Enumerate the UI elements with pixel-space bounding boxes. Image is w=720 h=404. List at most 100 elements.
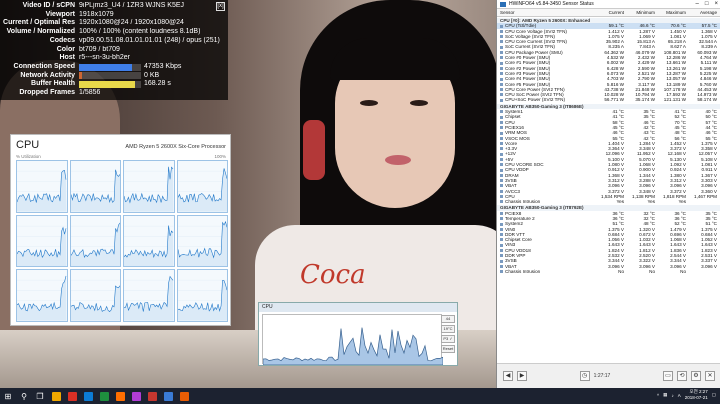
sensor-icon	[500, 254, 503, 258]
windows-start-icon[interactable]: ⊞	[0, 388, 16, 404]
sensor-icon	[500, 120, 503, 124]
settings-icon[interactable]: ⚙	[691, 371, 701, 381]
cpu-core-svg	[177, 280, 227, 321]
sensor-name: +12V	[505, 151, 516, 157]
taskbar-app-icon[interactable]	[112, 388, 128, 404]
sensor-icon	[500, 173, 503, 177]
tray-up-arrow-icon[interactable]: ^	[657, 393, 659, 398]
sensor-row[interactable]: CPU+SoC Power (SVI2 TFN) 56.771 W 35.174 W…	[497, 97, 720, 102]
cpu-mini-graph-window: CPU 44 19°C P3 ✓ Reset	[258, 302, 458, 366]
taskbar-app-icon[interactable]	[160, 388, 176, 404]
sensor-minimum: Yes	[647, 199, 656, 205]
col-minimum[interactable]: Minimum	[626, 9, 657, 16]
hwinfo-sensor-list[interactable]: CPU [#0]: AMD Ryzen 5 2600X: Enhanced CPU…	[497, 17, 720, 363]
cpu-core-svg	[70, 222, 120, 267]
stats-rows: Video ID / sCPN 9iPLjmz3_U4 / 1ZR3 WJNS K…	[3, 2, 225, 63]
stats-close-button[interactable]: [x]	[216, 2, 225, 11]
core-load-area	[124, 225, 174, 267]
input-language[interactable]: A	[678, 393, 681, 398]
minimize-icon[interactable]: –	[696, 0, 699, 9]
sensor-icon	[500, 72, 503, 76]
arrow-right-icon[interactable]: ▶	[517, 371, 527, 381]
sensor-name: CPU Core Current (SVI2 TFN)	[505, 39, 567, 45]
search-icon[interactable]: ⚲	[16, 388, 32, 404]
sensor-group-label: GIGABYTE AB350-Gaming 3 (IT8686E)	[500, 103, 584, 109]
close-x-icon[interactable]: ✕	[705, 371, 715, 381]
notification-icon[interactable]: ▢	[712, 392, 716, 398]
sensor-name: SoC Voltage (SVI2 TFN)	[505, 33, 555, 39]
col-current[interactable]: Current	[595, 9, 626, 16]
taskbar-app-icon[interactable]	[128, 388, 144, 404]
taskbar: ⊞ ⚲ ❐ ^ ▦ ♪ A 오전 2:27 2018-07-21 ▢	[0, 388, 720, 404]
col-maximum[interactable]: Maximum	[657, 9, 688, 16]
taskbar-app-icon[interactable]	[48, 388, 64, 404]
sensor-icon	[500, 163, 503, 167]
col-average[interactable]: Average	[688, 9, 719, 16]
taskbar-app-icon[interactable]	[80, 388, 96, 404]
taskbar-app-icon[interactable]	[64, 388, 80, 404]
stats-row: Volume / Normalized 100% / 100% (content …	[3, 28, 225, 37]
taskbar-app-glyph	[147, 391, 157, 401]
cpu-title: CPU	[16, 139, 40, 151]
stats-row-label: Current / Optimal Res	[3, 19, 75, 27]
mini-side-3[interactable]: P3 ✓	[441, 335, 455, 343]
stats-row-label: Codecs	[49, 36, 75, 44]
maximize-icon[interactable]: □	[705, 0, 709, 9]
reset-icon[interactable]: ⟲	[677, 371, 687, 381]
hwinfo-bottom-bar: ◀ ▶ ◷ 1:27:17 ▭ ⟲ ⚙ ✕	[497, 363, 720, 388]
cpu-core-graph-grid	[16, 160, 228, 322]
taskbar-app-icon[interactable]	[144, 388, 160, 404]
sensor-icon	[500, 264, 503, 268]
volume-icon[interactable]: ♪	[671, 393, 673, 398]
task-view-icon[interactable]: ❐	[32, 388, 48, 404]
taskbar-app-icon[interactable]	[96, 388, 112, 404]
sensor-icon	[500, 98, 503, 102]
sensor-name: Chipset Core	[505, 237, 532, 243]
sensor-name: Core #1 Power (SMU)	[505, 60, 551, 66]
taskbar-clock[interactable]: 오전 2:27 2018-07-21	[685, 389, 708, 401]
stats-row-label: Video ID / sCPN	[22, 2, 75, 9]
hwinfo-right-buttons: ▭ ⟲ ⚙ ✕	[663, 371, 715, 381]
core-load-area	[17, 170, 67, 212]
taskbar-app-glyph	[83, 391, 93, 401]
cpu-core-svg	[70, 280, 120, 321]
sensor-name: Chassis Intrusion	[505, 199, 541, 205]
sensor-name: Core #3 Power (SMU)	[505, 70, 551, 76]
stats-row-value: vp09.00.51.08.01.01.01.01 (248) / opus (…	[79, 36, 220, 44]
sensor-name: CPU (Tctl/Tdie)	[505, 23, 537, 29]
video-bangs-shape	[330, 38, 460, 80]
sensor-icon	[500, 24, 503, 28]
cpu-core-graph	[123, 269, 175, 322]
cpu-core-graph	[69, 160, 121, 213]
cpu-core-graph	[16, 269, 68, 322]
sensor-group-label: GIGABYTE AB350-Gaming 3 (IT8792E)	[500, 205, 584, 211]
stats-dropped-label: Dropped Frames	[19, 89, 75, 97]
mini-reset-button[interactable]: Reset	[441, 345, 455, 353]
stats-for-nerds-panel: [x] Video ID / sCPN 9iPLjmz3_U4 / 1ZR3 WJ…	[0, 0, 228, 100]
sensor-icon	[500, 61, 503, 65]
core-load-area	[177, 221, 227, 267]
arrow-left-icon[interactable]: ◀	[503, 371, 513, 381]
sensor-icon	[500, 51, 503, 55]
sensor-name: CPU Core Power (SVI2 TFN)	[505, 86, 565, 92]
cpu-core-svg	[17, 225, 67, 267]
cpu-core-graph	[176, 214, 228, 268]
sensor-row[interactable]: Chassis Intrusion No No No	[497, 269, 720, 274]
monitor-icon[interactable]: ▭	[663, 371, 673, 381]
sensor-current: No	[618, 268, 624, 274]
sensor-icon	[500, 179, 503, 183]
taskbar-app-icon[interactable]	[176, 388, 192, 404]
sensor-row[interactable]: Chassis Intrusion Yes Yes Yes	[497, 199, 720, 204]
mini-side-1[interactable]: 44	[441, 315, 455, 323]
sensor-icon	[500, 249, 503, 253]
stats-row: Codecs vp09.00.51.08.01.01.01.01 (248) / …	[3, 37, 225, 46]
cpu-percent-label: 100%	[214, 154, 226, 159]
taskbar-apps	[48, 388, 192, 404]
sensor-icon	[500, 217, 503, 221]
close-icon[interactable]: ×	[714, 0, 718, 9]
col-sensor[interactable]: Sensor	[497, 9, 595, 16]
sensor-name: Core #0 Power (SMU)	[505, 55, 551, 61]
sensor-icon	[500, 40, 503, 44]
cpu-core-svg	[124, 276, 174, 321]
network-icon[interactable]: ▦	[663, 392, 667, 398]
